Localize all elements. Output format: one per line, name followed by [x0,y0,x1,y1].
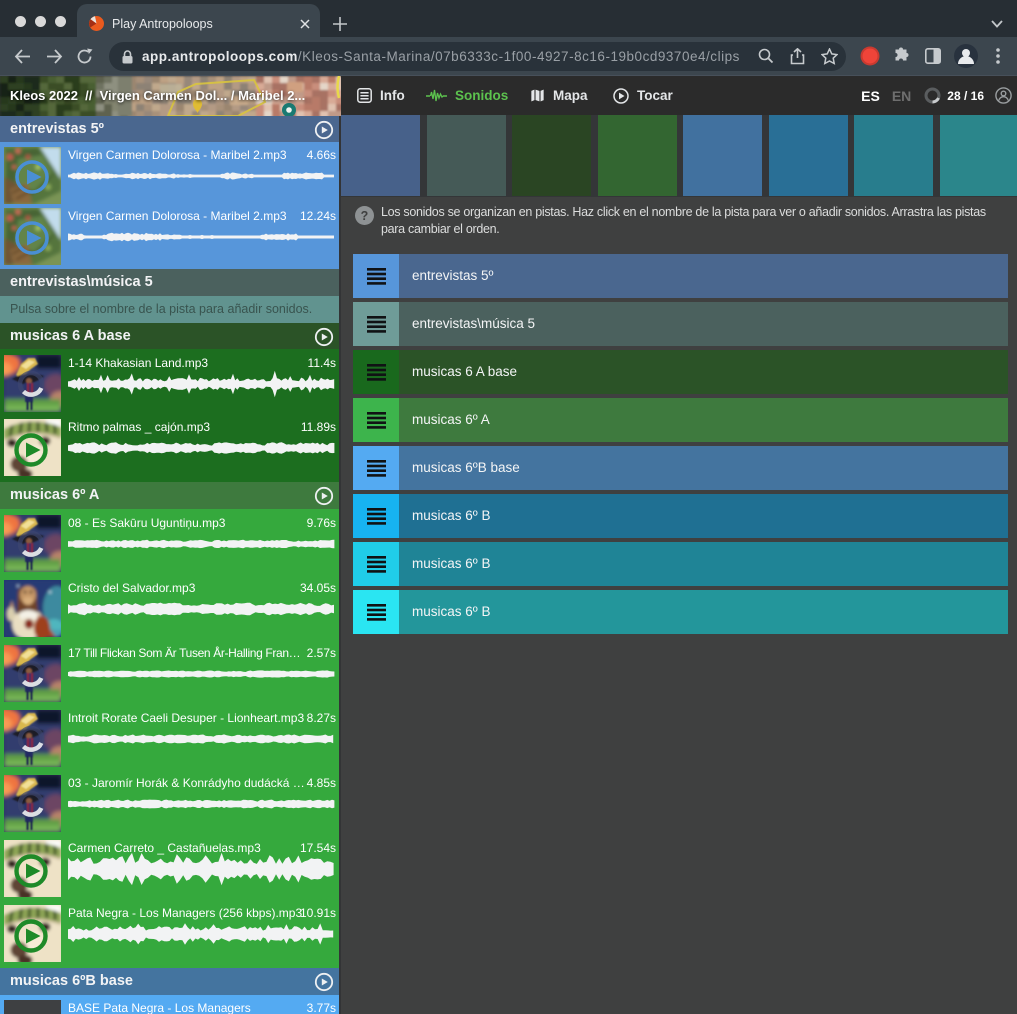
svg-text:?: ? [361,209,369,223]
